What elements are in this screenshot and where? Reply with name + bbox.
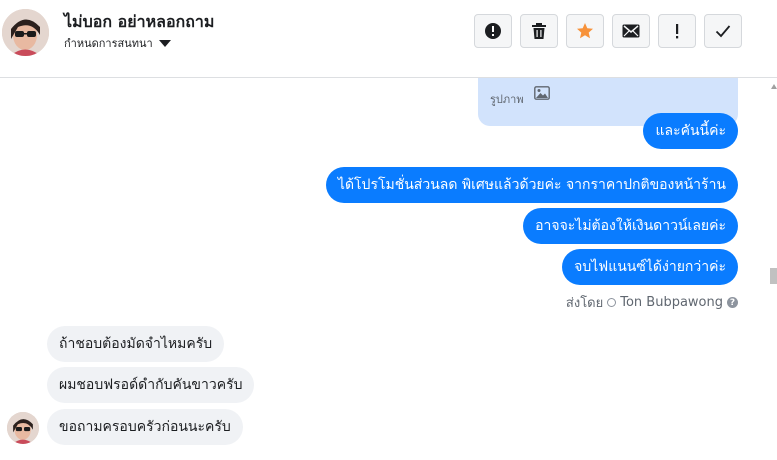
conversation-settings-label: กำหนดการสนทนา — [64, 37, 153, 50]
check-icon — [715, 25, 731, 38]
conversation-header: ไม่บอก อย่าหลอกถาม กำหนดการสนทนา — [0, 0, 777, 78]
help-icon[interactable]: ? — [727, 297, 738, 308]
sent-by-label: ส่งโดย — [565, 296, 604, 311]
incoming-message[interactable]: ผมชอบฟรอด์ดำกับคันขาวครับ — [47, 367, 255, 403]
outgoing-message[interactable]: และคันนี้ค่ะ — [643, 113, 738, 149]
report-button[interactable] — [474, 14, 512, 48]
sender-avatar[interactable] — [7, 412, 39, 444]
delete-button[interactable] — [520, 14, 558, 48]
trash-icon — [532, 23, 546, 39]
star-button[interactable] — [566, 14, 604, 48]
outgoing-message[interactable]: จบไฟแนนซ์ได้ง่ายกว่าค่ะ — [562, 249, 738, 285]
outgoing-message[interactable]: ได้โปรโมชั่นส่วนลด พิเศษแล้วด้วยค่ะ จากร… — [325, 167, 738, 203]
image-icon — [534, 86, 550, 100]
star-icon — [577, 23, 593, 39]
done-button[interactable] — [704, 14, 742, 48]
spam-button[interactable] — [658, 14, 696, 48]
envelope-icon — [622, 24, 640, 38]
sent-check-icon — [607, 298, 617, 307]
exclamation-circle-icon — [485, 23, 501, 39]
mark-unread-button[interactable] — [612, 14, 650, 48]
outgoing-message[interactable]: อาจจะไม่ต้องให้เงินดาวน์เลยค่ะ — [523, 208, 738, 244]
scroll-up-arrow-icon[interactable] — [770, 84, 777, 89]
incoming-message[interactable]: ถ้าชอบต้องมัดจำไหมครับ — [47, 326, 225, 362]
conversation-settings-dropdown[interactable]: กำหนดการสนทนา — [64, 34, 171, 52]
incoming-message[interactable]: ขอถามครอบครัวก่อนนะครับ — [47, 409, 243, 445]
contact-avatar[interactable] — [2, 9, 49, 56]
sent-by-name[interactable]: Ton Bubpawong — [620, 295, 723, 310]
contact-name[interactable]: ไม่บอก อย่าหลอกถาม — [64, 10, 214, 35]
attachment-label: รูปภาพ — [490, 93, 524, 106]
scrollbar-thumb[interactable] — [770, 268, 777, 284]
exclamation-icon — [676, 24, 679, 39]
chevron-down-icon — [158, 39, 171, 47]
conversation-toolbar — [474, 14, 742, 48]
sent-by-info: ส่งโดย Ton Bubpawong ? — [566, 292, 738, 313]
